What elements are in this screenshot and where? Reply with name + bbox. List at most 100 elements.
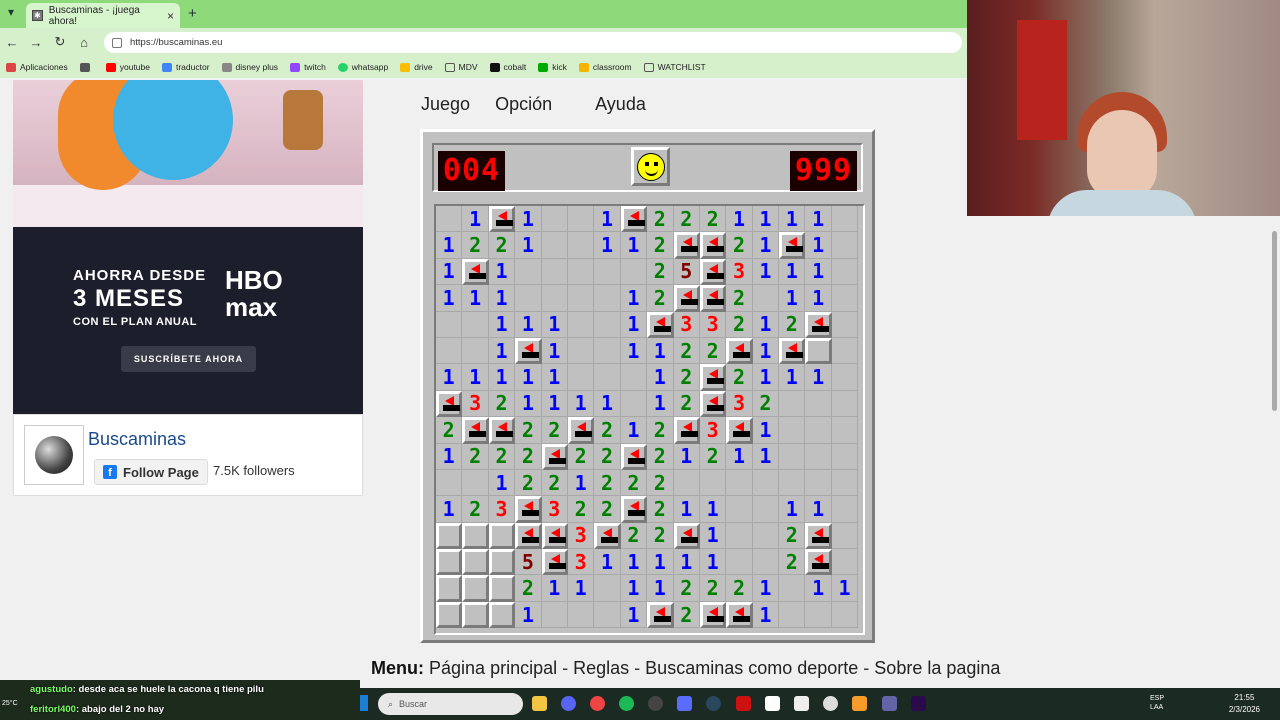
cell[interactable] — [726, 522, 753, 550]
cell[interactable]: 2 — [647, 285, 674, 312]
cell[interactable]: 1 — [594, 549, 621, 576]
bookmark-grid[interactable] — [79, 62, 94, 72]
back-icon[interactable]: ← — [0, 35, 24, 50]
cell[interactable]: 1 — [620, 337, 648, 365]
chrome-icon[interactable] — [590, 696, 605, 711]
cell[interactable]: 2 — [779, 522, 806, 550]
cell[interactable]: 1 — [647, 390, 674, 418]
flag-cell[interactable] — [673, 522, 700, 550]
cell[interactable] — [594, 258, 621, 286]
cell[interactable]: 2 — [594, 417, 621, 444]
cell[interactable] — [541, 285, 568, 312]
cell[interactable] — [436, 311, 463, 338]
flag-cell[interactable] — [620, 206, 648, 233]
cell[interactable]: 1 — [462, 364, 489, 391]
cell[interactable]: 2 — [594, 469, 621, 497]
cell[interactable]: 1 — [541, 337, 568, 365]
language-indicator[interactable]: ESP LAA — [1150, 694, 1164, 712]
bookmark-youtube[interactable]: youtube — [105, 62, 150, 72]
cell[interactable]: 2 — [620, 522, 648, 550]
cell[interactable] — [752, 285, 780, 312]
cell[interactable] — [436, 469, 463, 497]
flag-cell[interactable] — [647, 311, 674, 338]
cell[interactable]: 3 — [541, 496, 568, 523]
app-icon[interactable] — [677, 696, 692, 711]
bookmark-drive[interactable]: drive — [400, 62, 433, 72]
cell[interactable] — [779, 601, 806, 629]
cell[interactable]: 1 — [752, 232, 780, 259]
cell[interactable]: 1 — [779, 364, 806, 391]
link-reglas[interactable]: Reglas — [573, 658, 629, 678]
bookmark-classroom[interactable]: classroom — [578, 62, 632, 72]
cell[interactable] — [831, 522, 859, 550]
subscribe-button[interactable]: SUSCRÍBETE AHORA — [121, 346, 256, 372]
cell[interactable]: 2 — [726, 285, 753, 312]
cell[interactable] — [594, 337, 621, 365]
hidden-cell[interactable] — [462, 575, 489, 602]
cell[interactable]: 1 — [620, 601, 648, 629]
cell[interactable]: 1 — [515, 232, 542, 259]
cell[interactable] — [515, 285, 542, 312]
cell[interactable]: 2 — [594, 496, 621, 523]
cell[interactable]: 1 — [752, 364, 780, 391]
cell[interactable]: 1 — [436, 364, 463, 391]
cell[interactable] — [831, 258, 859, 286]
cell[interactable]: 2 — [594, 443, 621, 470]
cell[interactable]: 1 — [779, 496, 806, 523]
hidden-cell[interactable] — [805, 337, 832, 365]
menu-opcion[interactable]: Opción — [495, 94, 552, 114]
cell[interactable]: 1 — [831, 575, 859, 602]
reload-icon[interactable]: ↻ — [48, 34, 72, 50]
cell[interactable] — [620, 364, 648, 391]
cell[interactable] — [567, 232, 595, 259]
cell[interactable]: 1 — [488, 285, 516, 312]
bookmark-disney[interactable]: disney plus — [221, 62, 278, 72]
cell[interactable]: 3 — [462, 390, 489, 418]
cell[interactable] — [673, 469, 700, 497]
cell[interactable] — [805, 601, 832, 629]
cell[interactable]: 1 — [699, 496, 727, 523]
cell[interactable] — [436, 206, 463, 233]
spotify-icon[interactable] — [619, 696, 634, 711]
hidden-cell[interactable] — [462, 549, 489, 576]
flag-cell[interactable] — [805, 549, 832, 576]
cell[interactable]: 1 — [594, 206, 621, 233]
cell[interactable] — [831, 206, 859, 233]
cell[interactable] — [779, 469, 806, 497]
cell[interactable] — [594, 311, 621, 338]
flag-cell[interactable] — [805, 311, 832, 338]
cell[interactable]: 2 — [673, 390, 700, 418]
cell[interactable] — [831, 443, 859, 470]
bookmark-mdv[interactable]: MDV — [444, 62, 478, 72]
menu-ayuda[interactable]: Ayuda — [595, 94, 646, 114]
flag-cell[interactable] — [620, 496, 648, 523]
chatgpt-icon[interactable] — [823, 696, 838, 711]
cell[interactable]: 1 — [436, 496, 463, 523]
cell[interactable]: 2 — [647, 417, 674, 444]
teams-icon[interactable] — [882, 696, 897, 711]
flag-cell[interactable] — [488, 417, 516, 444]
hidden-cell[interactable] — [488, 575, 516, 602]
cell[interactable]: 2 — [541, 469, 568, 497]
cell[interactable]: 1 — [594, 232, 621, 259]
scrollbar-thumb[interactable] — [1272, 231, 1277, 411]
cell[interactable]: 1 — [752, 417, 780, 444]
cell[interactable]: 2 — [515, 575, 542, 602]
flag-cell[interactable] — [436, 390, 463, 418]
flag-cell[interactable] — [726, 337, 753, 365]
cell[interactable] — [462, 311, 489, 338]
obs-icon[interactable] — [648, 696, 663, 711]
bookmark-cobalt[interactable]: cobalt — [489, 62, 526, 72]
cell[interactable]: 1 — [752, 443, 780, 470]
capcut-icon[interactable] — [765, 696, 780, 711]
cell[interactable] — [831, 496, 859, 523]
menu-juego[interactable]: Juego — [421, 94, 470, 114]
flag-cell[interactable] — [541, 549, 568, 576]
flag-cell[interactable] — [805, 522, 832, 550]
cell[interactable]: 1 — [673, 443, 700, 470]
flag-cell[interactable] — [541, 522, 568, 550]
notion-icon[interactable] — [794, 696, 809, 711]
flag-cell[interactable] — [488, 206, 516, 233]
hidden-cell[interactable] — [436, 522, 463, 550]
link-sobre-la-pagina[interactable]: Sobre la pagina — [874, 658, 1000, 678]
